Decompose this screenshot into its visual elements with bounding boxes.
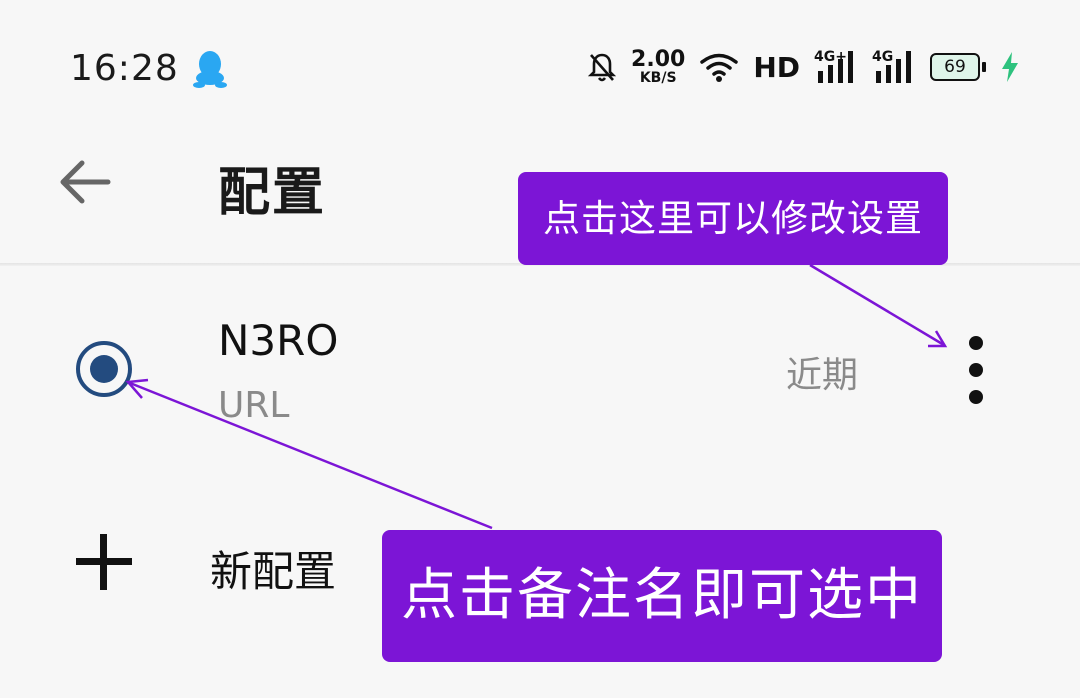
wifi-icon bbox=[700, 53, 739, 82]
profile-row[interactable] bbox=[0, 266, 1080, 466]
plus-icon[interactable] bbox=[76, 534, 132, 590]
page-title: 配置 bbox=[218, 163, 327, 223]
net-speed-value: 2.00 bbox=[631, 47, 686, 72]
battery-icon: 69 bbox=[930, 53, 986, 81]
more-options-icon[interactable] bbox=[956, 336, 996, 404]
status-icons: 2.00 KB/S HD 4G+ 4G 69 bbox=[587, 44, 1020, 90]
radio-selected-icon[interactable] bbox=[76, 341, 132, 397]
network-speed: 2.00 KB/S bbox=[631, 47, 686, 86]
signal-icon: 4G bbox=[872, 49, 916, 85]
profile-name[interactable]: N3RO bbox=[218, 316, 338, 365]
annotation-callout-top: 点击这里可以修改设置 bbox=[518, 172, 948, 265]
battery-level: 69 bbox=[930, 53, 980, 81]
profile-subtitle: URL bbox=[218, 385, 290, 426]
profile-recent-label: 近期 bbox=[786, 355, 859, 396]
new-profile-button[interactable]: 新配置 bbox=[210, 538, 336, 599]
net-speed-unit: KB/S bbox=[639, 70, 677, 86]
status-time: 16:28 bbox=[70, 48, 179, 89]
charging-bolt-icon bbox=[1002, 52, 1018, 82]
qq-icon bbox=[193, 51, 227, 88]
bell-off-icon bbox=[587, 53, 617, 82]
hd-indicator: HD bbox=[753, 50, 800, 84]
annotation-callout-bottom: 点击备注名即可选中 bbox=[382, 530, 942, 662]
signal-icon: 4G+ bbox=[814, 49, 858, 85]
status-bar: 16:28 2.00 KB/S HD 4G+ 4G 69 bbox=[0, 0, 1080, 130]
arrow-left-icon[interactable] bbox=[58, 158, 112, 206]
